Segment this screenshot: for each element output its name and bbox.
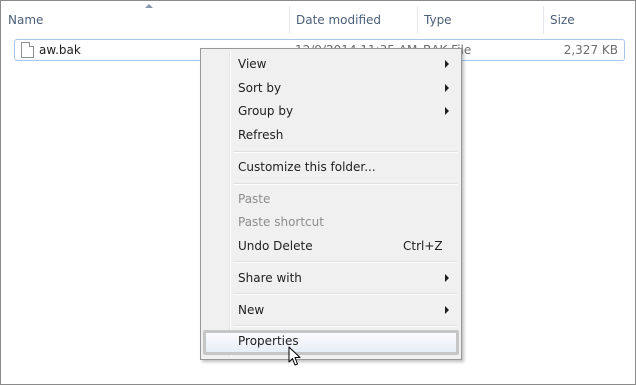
menu-item-paste-shortcut[interactable]: Paste shortcut [203, 211, 459, 233]
file-size: 2,327 KB [563, 43, 618, 57]
menu-item-refresh-label: Refresh [238, 128, 284, 142]
context-menu: View Sort by Group by Refresh Customize … [200, 48, 462, 360]
column-header-size[interactable]: Size [544, 2, 634, 36]
column-header-date-label: Date modified [296, 13, 382, 27]
menu-item-customize-folder[interactable]: Customize this folder... [203, 156, 459, 178]
mouse-pointer-icon [288, 346, 301, 366]
menu-item-paste-shortcut-label: Paste shortcut [238, 215, 324, 229]
submenu-arrow-icon [445, 274, 449, 282]
menu-item-group-by-label: Group by [238, 104, 294, 118]
menu-item-paste[interactable]: Paste [203, 188, 459, 210]
menu-item-sort-by[interactable]: Sort by [203, 77, 459, 99]
menu-item-undo-delete-label: Undo Delete [238, 239, 313, 253]
menu-separator [233, 325, 457, 327]
menu-separator [233, 151, 457, 153]
menu-item-share-with-label: Share with [238, 271, 302, 285]
submenu-arrow-icon [445, 60, 449, 68]
menu-separator [233, 183, 457, 185]
file-name: aw.bak [39, 43, 81, 57]
submenu-arrow-icon [445, 306, 449, 314]
document-icon [21, 42, 34, 58]
column-header-date-modified[interactable]: Date modified [290, 2, 418, 36]
menu-separator [233, 293, 457, 295]
menu-item-undo-delete-shortcut: Ctrl+Z [403, 239, 443, 253]
sort-ascending-icon [145, 4, 153, 8]
menu-item-new[interactable]: New [203, 299, 459, 321]
menu-item-view[interactable]: View [203, 53, 459, 75]
menu-item-sort-by-label: Sort by [238, 81, 282, 95]
menu-item-customize-label: Customize this folder... [238, 160, 376, 174]
menu-item-share-with[interactable]: Share with [203, 267, 459, 289]
menu-item-new-label: New [238, 303, 265, 317]
menu-item-group-by[interactable]: Group by [203, 100, 459, 122]
column-header-bar: Name Date modified Type Size [2, 2, 634, 36]
column-header-name[interactable]: Name [2, 2, 282, 36]
submenu-arrow-icon [445, 84, 449, 92]
menu-item-paste-label: Paste [238, 192, 271, 206]
column-header-size-label: Size [550, 13, 575, 27]
menu-item-refresh[interactable]: Refresh [203, 124, 459, 146]
column-header-type-label: Type [424, 13, 452, 27]
menu-item-view-label: View [238, 57, 267, 71]
menu-item-undo-delete[interactable]: Undo Delete Ctrl+Z [203, 235, 459, 257]
column-header-name-label: Name [8, 13, 44, 27]
menu-item-properties[interactable]: Properties [203, 330, 459, 355]
submenu-arrow-icon [445, 107, 449, 115]
column-header-type[interactable]: Type [418, 2, 544, 36]
menu-separator [233, 261, 457, 263]
